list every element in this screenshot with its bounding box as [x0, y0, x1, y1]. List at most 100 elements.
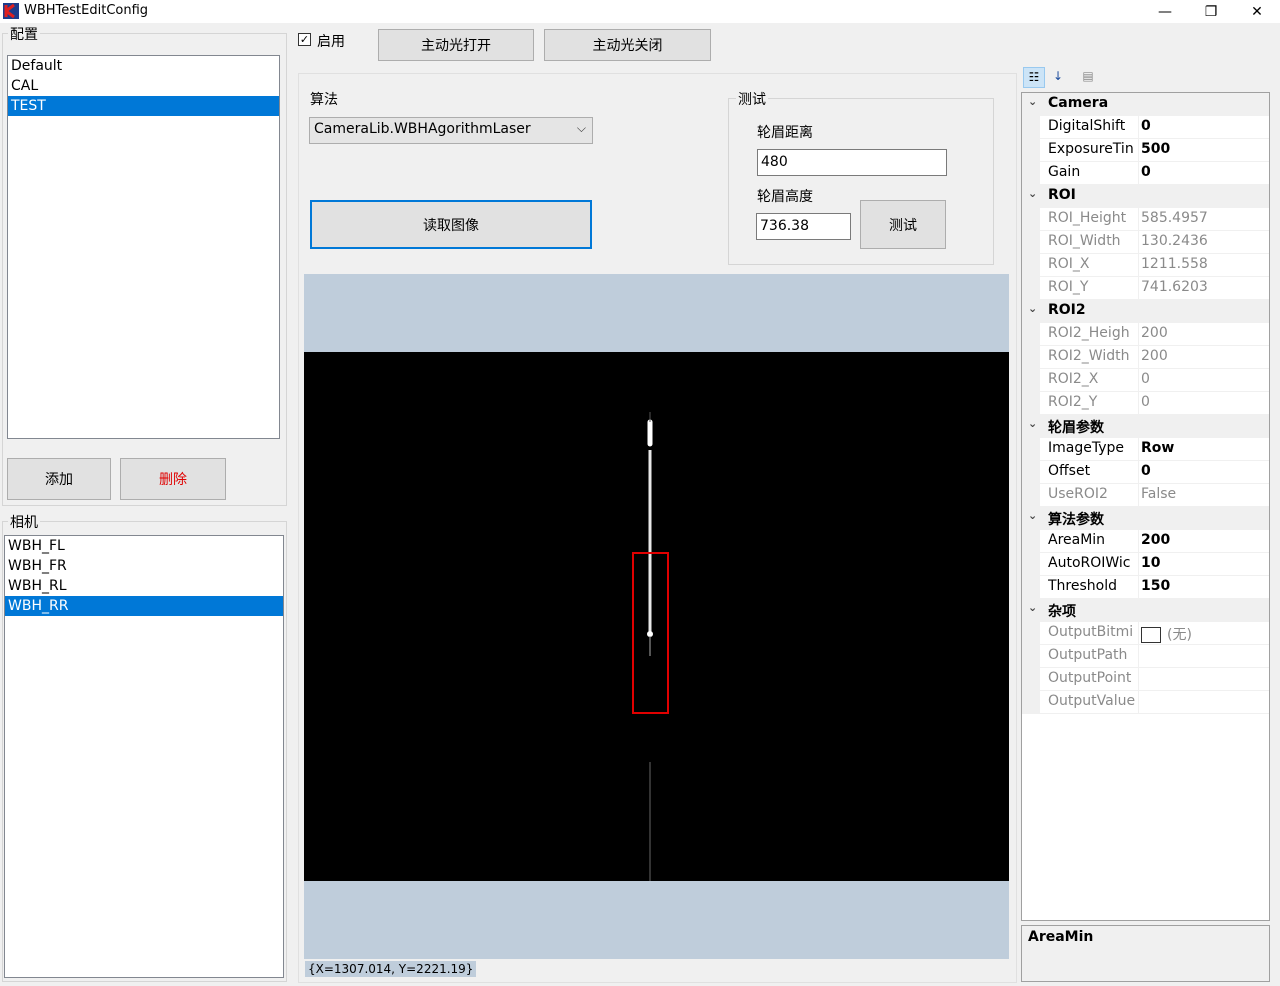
restore-icon[interactable]: ❐ — [1188, 0, 1234, 23]
delete-config-button[interactable]: 删除 — [120, 458, 226, 500]
algorithm-select[interactable]: CameraLib.WBHAgorithmLaser ⌵ — [309, 117, 593, 144]
collapse-chevron-icon[interactable]: ⌄ — [1028, 601, 1037, 614]
distance-input[interactable]: 480 — [757, 149, 947, 176]
property-row[interactable]: AutoROIWic 10 — [1022, 553, 1269, 576]
property-row[interactable]: OutputPath — [1022, 645, 1269, 668]
property-row[interactable]: ROI_Y 741.6203 — [1022, 277, 1269, 300]
property-category[interactable]: ⌄ Camera — [1022, 93, 1269, 116]
minimize-icon[interactable]: — — [1142, 0, 1188, 23]
property-row[interactable]: Gain 0 — [1022, 162, 1269, 185]
add-config-button[interactable]: 添加 — [7, 458, 111, 500]
property-value[interactable]: 130.2436 — [1141, 233, 1208, 249]
property-row[interactable]: UseROI2 False — [1022, 484, 1269, 507]
camera-list-item[interactable]: WBH_RL — [5, 576, 283, 596]
light-off-button[interactable]: 主动光关闭 — [544, 29, 711, 61]
property-category[interactable]: ⌄ ROI — [1022, 185, 1269, 208]
property-name: AreaMin — [1048, 532, 1106, 548]
property-name: DigitalShift — [1048, 118, 1126, 134]
config-list-item[interactable]: Default — [8, 56, 279, 76]
camera-list-item[interactable]: WBH_RR — [5, 596, 283, 616]
property-value[interactable]: 0 — [1141, 118, 1151, 134]
property-row[interactable]: OutputValue — [1022, 691, 1269, 714]
property-value[interactable]: 585.4957 — [1141, 210, 1208, 226]
property-row[interactable]: ROI_Height 585.4957 — [1022, 208, 1269, 231]
property-row[interactable]: DigitalShift 0 — [1022, 116, 1269, 139]
property-value[interactable]: False — [1141, 486, 1176, 502]
property-category[interactable]: ⌄ 算法参数 — [1022, 507, 1269, 530]
property-category-label: 轮眉参数 — [1048, 420, 1104, 436]
property-row-margin — [1022, 369, 1040, 392]
property-row[interactable]: ROI_X 1211.558 — [1022, 254, 1269, 277]
camera-image[interactable] — [304, 352, 1009, 881]
property-value[interactable]: 10 — [1141, 555, 1160, 571]
camera-list-item[interactable]: WBH_FL — [5, 536, 283, 556]
column-divider — [1138, 162, 1139, 185]
property-name: ImageType — [1048, 440, 1125, 456]
test-button[interactable]: 测试 — [860, 200, 946, 249]
enable-checkbox[interactable]: ✓ — [298, 33, 311, 46]
property-value[interactable]: 0 — [1141, 371, 1150, 387]
column-divider — [1138, 484, 1139, 507]
property-row[interactable]: OutputPoint — [1022, 668, 1269, 691]
property-name: ROI_X — [1048, 256, 1090, 272]
column-divider — [1138, 530, 1139, 553]
property-row[interactable]: Offset 0 — [1022, 461, 1269, 484]
categorized-view-icon[interactable]: ☷ — [1023, 67, 1045, 88]
property-value[interactable]: 0 — [1141, 164, 1151, 180]
camera-list-item[interactable]: WBH_FR — [5, 556, 283, 576]
property-value[interactable]: 500 — [1141, 141, 1170, 157]
property-name: ROI_Y — [1048, 279, 1089, 295]
property-row[interactable]: OutputBitmi (无) — [1022, 622, 1269, 645]
property-value[interactable]: 200 — [1141, 348, 1168, 364]
property-row[interactable]: ROI2_Y 0 — [1022, 392, 1269, 415]
config-listbox[interactable]: Default CAL TEST — [7, 55, 280, 439]
property-value[interactable]: 741.6203 — [1141, 279, 1208, 295]
config-list-item[interactable]: CAL — [8, 76, 279, 96]
light-on-button[interactable]: 主动光打开 — [378, 29, 534, 61]
collapse-chevron-icon[interactable]: ⌄ — [1028, 417, 1037, 430]
property-row[interactable]: ROI2_Heigh 200 — [1022, 323, 1269, 346]
property-value[interactable]: 0 — [1141, 463, 1151, 479]
property-name: AutoROIWic — [1048, 555, 1131, 571]
property-value[interactable]: (无) — [1141, 624, 1192, 644]
property-name: Offset — [1048, 463, 1091, 479]
title-bar[interactable] — [0, 0, 1280, 23]
property-value[interactable]: 1211.558 — [1141, 256, 1208, 272]
property-value[interactable]: Row — [1141, 440, 1174, 456]
property-row[interactable]: ExposureTin 500 — [1022, 139, 1269, 162]
property-row-margin — [1022, 668, 1040, 691]
property-row[interactable]: ROI2_Width 200 — [1022, 346, 1269, 369]
collapse-chevron-icon[interactable]: ⌄ — [1028, 302, 1037, 315]
property-name: ROI2_X — [1048, 371, 1099, 387]
property-grid[interactable]: ⌄ Camera DigitalShift 0 ExposureTin 500 Gain 0 ⌄… — [1021, 92, 1270, 921]
property-category[interactable]: ⌄ 轮眉参数 — [1022, 415, 1269, 438]
property-value[interactable]: 200 — [1141, 325, 1168, 341]
collapse-chevron-icon[interactable]: ⌄ — [1028, 509, 1037, 522]
column-divider — [1138, 392, 1139, 415]
property-row[interactable]: AreaMin 200 — [1022, 530, 1269, 553]
property-category[interactable]: ⌄ ROI2 — [1022, 300, 1269, 323]
property-pages-icon[interactable]: ▤ — [1077, 67, 1099, 88]
property-value[interactable]: 0 — [1141, 394, 1150, 410]
property-category[interactable]: ⌄ 杂项 — [1022, 599, 1269, 622]
config-list-item[interactable]: TEST — [8, 96, 279, 116]
property-row-margin — [1022, 553, 1040, 576]
height-input[interactable]: 736.38 — [756, 213, 851, 240]
chevron-down-icon: ⌵ — [576, 121, 586, 135]
close-icon[interactable]: ✕ — [1234, 0, 1280, 23]
camera-listbox[interactable]: WBH_FL WBH_FR WBH_RL WBH_RR — [4, 535, 284, 978]
collapse-chevron-icon[interactable]: ⌄ — [1028, 95, 1037, 108]
collapse-chevron-icon[interactable]: ⌄ — [1028, 187, 1037, 200]
property-value[interactable]: 150 — [1141, 578, 1170, 594]
property-row[interactable]: Threshold 150 — [1022, 576, 1269, 599]
property-row[interactable]: ROI_Width 130.2436 — [1022, 231, 1269, 254]
property-row[interactable]: ROI2_X 0 — [1022, 369, 1269, 392]
alphabetical-sort-icon[interactable]: ↓ — [1047, 67, 1069, 88]
property-row[interactable]: ImageType Row — [1022, 438, 1269, 461]
property-value[interactable]: 200 — [1141, 532, 1170, 548]
property-row-margin — [1022, 461, 1040, 484]
row-divider — [1040, 713, 1269, 714]
property-row-margin — [1022, 323, 1040, 346]
read-image-button[interactable]: 读取图像 — [310, 200, 592, 249]
property-row-margin — [1022, 346, 1040, 369]
